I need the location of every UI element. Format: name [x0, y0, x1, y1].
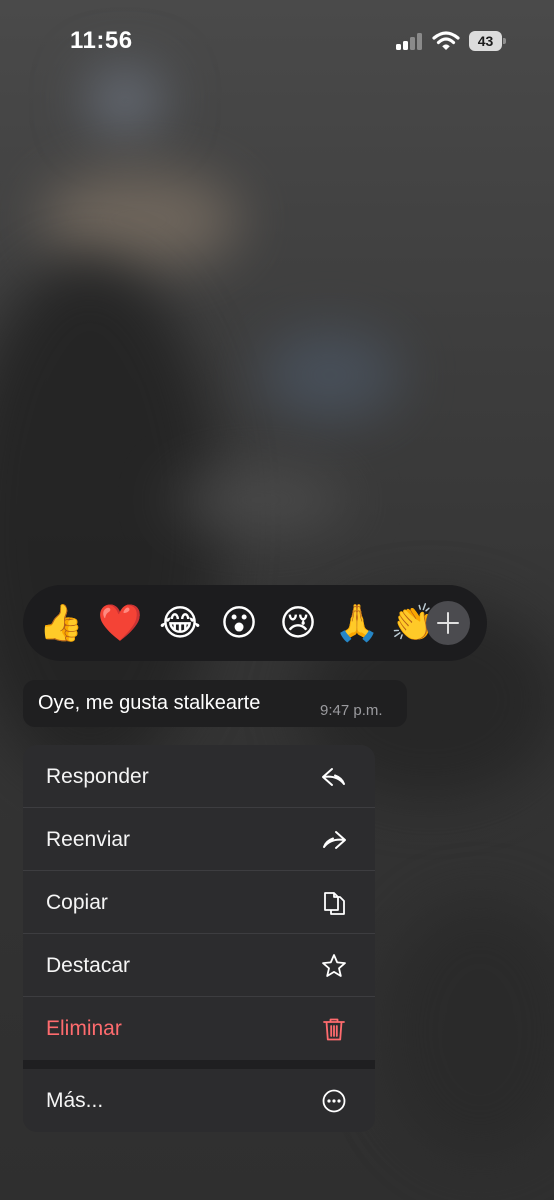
menu-item-delete[interactable]: Eliminar — [23, 997, 375, 1060]
ellipsis-circle-icon — [320, 1087, 348, 1115]
battery-level: 43 — [469, 31, 502, 51]
reaction-surprised[interactable]: 😮 — [215, 599, 263, 647]
context-menu: Responder Reenviar Copiar Destacar Elimi… — [23, 745, 375, 1132]
menu-item-copy[interactable]: Copiar — [23, 871, 375, 934]
star-icon — [320, 952, 348, 980]
message-text: Oye, me gusta stalkearte — [38, 692, 261, 714]
trash-icon — [320, 1015, 348, 1043]
status-bar: 11:56 43 — [0, 0, 554, 80]
plus-icon[interactable] — [426, 601, 470, 645]
menu-item-reply[interactable]: Responder — [23, 745, 375, 808]
reply-arrow-icon — [320, 763, 348, 791]
forward-arrow-icon — [320, 826, 348, 854]
menu-item-forward[interactable]: Reenviar — [23, 808, 375, 871]
reaction-laughing[interactable]: 😂 — [156, 599, 204, 647]
reaction-thumbs-up[interactable]: 👍 — [37, 599, 85, 647]
reaction-praying-hands[interactable]: 🙏 — [333, 599, 381, 647]
status-time: 11:56 — [70, 27, 133, 54]
reaction-crying[interactable]: 😢 — [274, 599, 322, 647]
copy-documents-icon — [320, 889, 348, 917]
menu-item-star[interactable]: Destacar — [23, 934, 375, 997]
menu-item-more[interactable]: Más... — [23, 1069, 375, 1132]
message-bubble[interactable]: Oye, me gusta stalkearte 9:47 p.m. — [23, 680, 407, 727]
menu-group-separator — [23, 1060, 375, 1069]
message-timestamp: 9:47 p.m. — [320, 702, 383, 719]
reaction-heart[interactable]: ❤️ — [96, 599, 144, 647]
menu-item-label: Eliminar — [46, 1017, 122, 1040]
wifi-icon — [432, 30, 460, 52]
cellular-signal-icon — [396, 32, 426, 50]
battery-indicator: 43 — [469, 31, 507, 51]
menu-item-label: Reenviar — [46, 828, 131, 851]
menu-item-label: Responder — [46, 765, 149, 788]
menu-item-label: Copiar — [46, 891, 108, 914]
menu-item-label: Destacar — [46, 954, 131, 977]
reaction-bar: 👍 ❤️ 😂 😮 😢 🙏 👏 — [23, 585, 487, 661]
menu-item-label: Más... — [46, 1089, 104, 1112]
